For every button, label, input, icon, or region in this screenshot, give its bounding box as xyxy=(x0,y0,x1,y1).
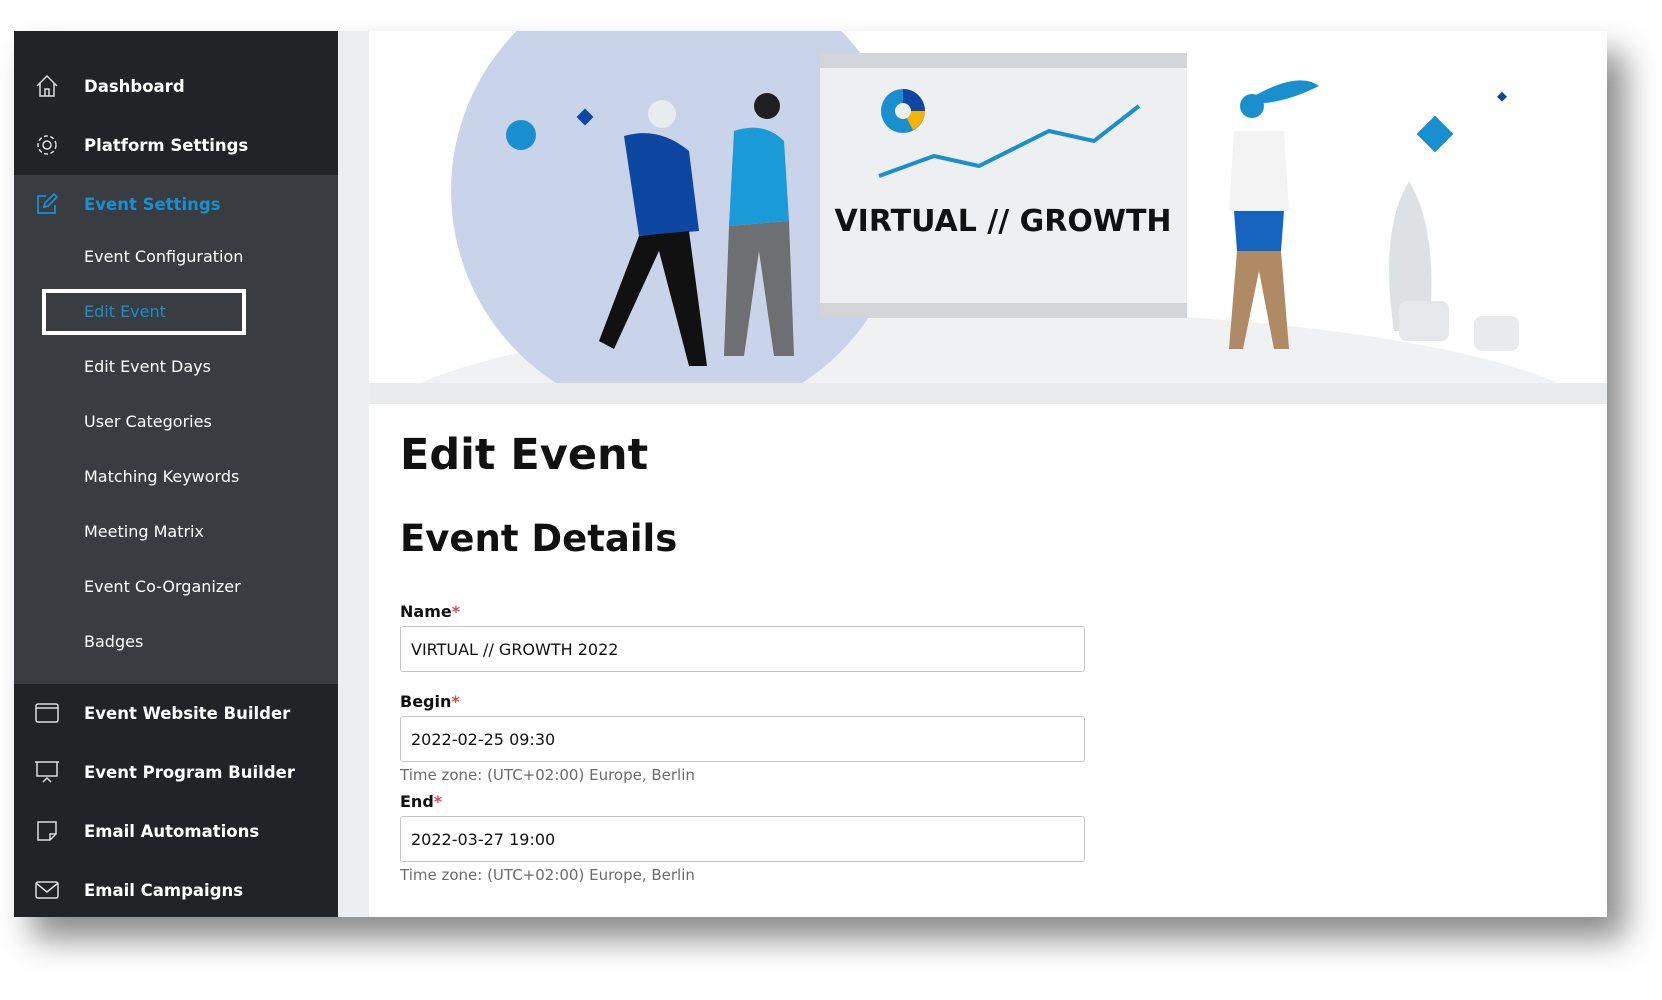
begin-datetime-input[interactable] xyxy=(400,716,1085,762)
sidebar-item-event-program-builder[interactable]: Event Program Builder xyxy=(14,752,338,792)
begin-label: Begin* xyxy=(400,692,460,711)
sidebar-subitem-badges[interactable]: Badges xyxy=(84,632,143,651)
sidebar-subitem-edit-event-days[interactable]: Edit Event Days xyxy=(84,357,211,376)
presentation-board-icon xyxy=(35,761,59,783)
sidebar-item-label: Event Settings xyxy=(84,194,221,214)
end-datetime-input[interactable] xyxy=(400,816,1085,862)
edit-icon xyxy=(37,192,59,214)
sidebar-item-label: Email Campaigns xyxy=(84,880,244,900)
banner-divider xyxy=(369,383,1607,404)
sidebar-item-dashboard[interactable]: Dashboard xyxy=(14,66,338,106)
sidebar-item-email-automations[interactable]: Email Automations xyxy=(14,811,338,851)
app-window: Dashboard Platform Settings Event Settin… xyxy=(14,31,1607,917)
name-input[interactable] xyxy=(400,626,1085,672)
envelope-icon xyxy=(35,881,59,899)
home-icon xyxy=(36,74,58,97)
banner-logo-text: VIRTUAL // GROWTH xyxy=(834,204,1171,239)
sidebar-item-email-campaigns[interactable]: Email Campaigns xyxy=(14,870,338,910)
sidebar-item-event-settings[interactable]: Event Settings xyxy=(14,184,338,224)
gear-icon xyxy=(37,135,57,155)
name-label: Name* xyxy=(400,602,461,621)
main-content: Edit Event Event Details Name* Begin* Ti… xyxy=(369,404,1607,917)
sidebar-subitem-edit-event[interactable]: Edit Event xyxy=(84,302,166,321)
sidebar-item-label: Platform Settings xyxy=(84,135,249,155)
sidebar: Dashboard Platform Settings Event Settin… xyxy=(14,31,338,917)
sidebar-item-event-website-builder[interactable]: Event Website Builder xyxy=(14,693,338,733)
event-banner: VIRTUAL // GROWTH xyxy=(369,31,1607,383)
end-label: End* xyxy=(400,792,443,811)
end-timezone-hint: Time zone: (UTC+02:00) Europe, Berlin xyxy=(400,866,695,884)
sidebar-item-platform-settings[interactable]: Platform Settings xyxy=(14,125,338,165)
browser-window-icon xyxy=(35,703,59,723)
sidebar-item-label: Dashboard xyxy=(84,76,185,96)
page-title: Edit Event xyxy=(400,430,649,480)
sidebar-subitem-event-co-organizer[interactable]: Event Co-Organizer xyxy=(84,577,241,596)
begin-timezone-hint: Time zone: (UTC+02:00) Europe, Berlin xyxy=(400,766,695,784)
section-title: Event Details xyxy=(400,517,678,560)
sidebar-subitem-event-configuration[interactable]: Event Configuration xyxy=(84,247,243,266)
sidebar-subitem-meeting-matrix[interactable]: Meeting Matrix xyxy=(84,522,204,541)
plant-illustration xyxy=(1389,181,1519,351)
sidebar-subitem-matching-keywords[interactable]: Matching Keywords xyxy=(84,467,239,486)
sidebar-item-label: Event Website Builder xyxy=(84,703,291,723)
sidebar-item-label: Event Program Builder xyxy=(84,762,295,782)
note-icon xyxy=(37,821,57,841)
banner-illustration: VIRTUAL // GROWTH xyxy=(420,31,1558,383)
gutter xyxy=(338,31,369,917)
sidebar-item-label: Email Automations xyxy=(84,821,260,841)
sidebar-subitem-user-categories[interactable]: User Categories xyxy=(84,412,212,431)
